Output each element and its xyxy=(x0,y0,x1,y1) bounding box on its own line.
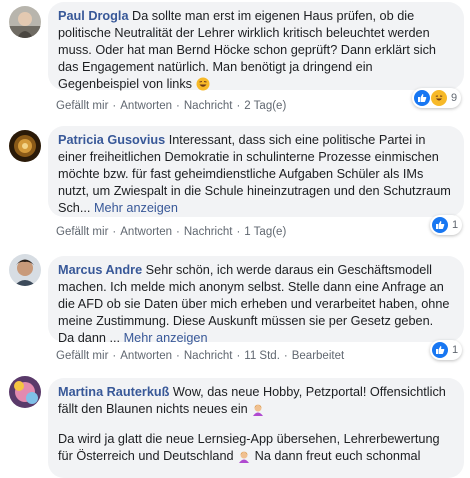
show-more-link[interactable]: Mehr anzeigen xyxy=(124,331,208,345)
comment-timestamp[interactable]: 2 Tag(e) xyxy=(244,100,286,112)
edited-label[interactable]: Bearbeitet xyxy=(292,350,344,362)
avatar[interactable] xyxy=(9,130,41,162)
reply-link[interactable]: Antworten xyxy=(120,100,172,112)
message-link[interactable]: Nachricht xyxy=(184,350,233,362)
laughing-emoji-icon xyxy=(196,77,210,96)
reaction-count: 9 xyxy=(451,92,458,104)
comment-bubble: Patricia Gusovius Interessant, dass sich… xyxy=(48,126,464,217)
like-icon xyxy=(414,90,430,106)
reaction-count: 1 xyxy=(452,344,459,356)
like-link[interactable]: Gefällt mir xyxy=(56,350,108,362)
comment-actions: Gefällt mir · Antworten · Nachricht · 1 Tag(e) xyxy=(56,226,287,238)
like-link[interactable]: Gefällt mir xyxy=(56,226,108,238)
comment-bubble: Martina Rauterkuß Wow, das neue Hobby, P… xyxy=(48,378,464,478)
comment-author[interactable]: Marcus Andre xyxy=(58,263,142,277)
comment-actions: Gefällt mir · Antworten · Nachricht · 11 Std. ·… xyxy=(56,350,345,362)
comment-author[interactable]: Paul Drogla xyxy=(58,9,129,23)
reply-link[interactable]: Antworten xyxy=(120,350,172,362)
reaction-summary[interactable]: 1 xyxy=(430,215,463,235)
reply-link[interactable]: Antworten xyxy=(120,226,172,238)
woman-gesturing-emoji-icon xyxy=(237,449,251,468)
comment-timestamp[interactable]: 1 Tag(e) xyxy=(244,226,286,238)
reaction-summary[interactable]: 9 xyxy=(412,88,462,108)
reaction-count: 1 xyxy=(452,219,459,231)
comment-text-paragraph-end: Na dann freut euch schonmal xyxy=(254,449,421,463)
avatar[interactable] xyxy=(9,254,41,286)
reaction-summary[interactable]: 1 xyxy=(430,340,463,360)
haha-icon xyxy=(431,90,447,106)
like-link[interactable]: Gefällt mir xyxy=(56,100,108,112)
like-icon xyxy=(432,342,448,358)
comment-author[interactable]: Patricia Gusovius xyxy=(58,133,165,147)
comment-bubble: Marcus Andre Sehr schön, ich werde darau… xyxy=(48,256,464,345)
show-more-link[interactable]: Mehr anzeigen xyxy=(94,201,178,215)
like-icon xyxy=(432,217,448,233)
avatar[interactable] xyxy=(9,6,41,38)
comment-bubble: Paul Drogla Da sollte man erst im eigene… xyxy=(48,2,464,91)
comment-author[interactable]: Martina Rauterkuß xyxy=(58,385,169,399)
woman-gesturing-emoji-icon xyxy=(251,402,265,421)
avatar[interactable] xyxy=(9,376,41,408)
message-link[interactable]: Nachricht xyxy=(184,226,233,238)
message-link[interactable]: Nachricht xyxy=(184,100,233,112)
comment-actions: Gefällt mir · Antworten · Nachricht · 2 Tag(e) xyxy=(56,100,287,112)
comment-timestamp[interactable]: 11 Std. xyxy=(244,350,280,362)
